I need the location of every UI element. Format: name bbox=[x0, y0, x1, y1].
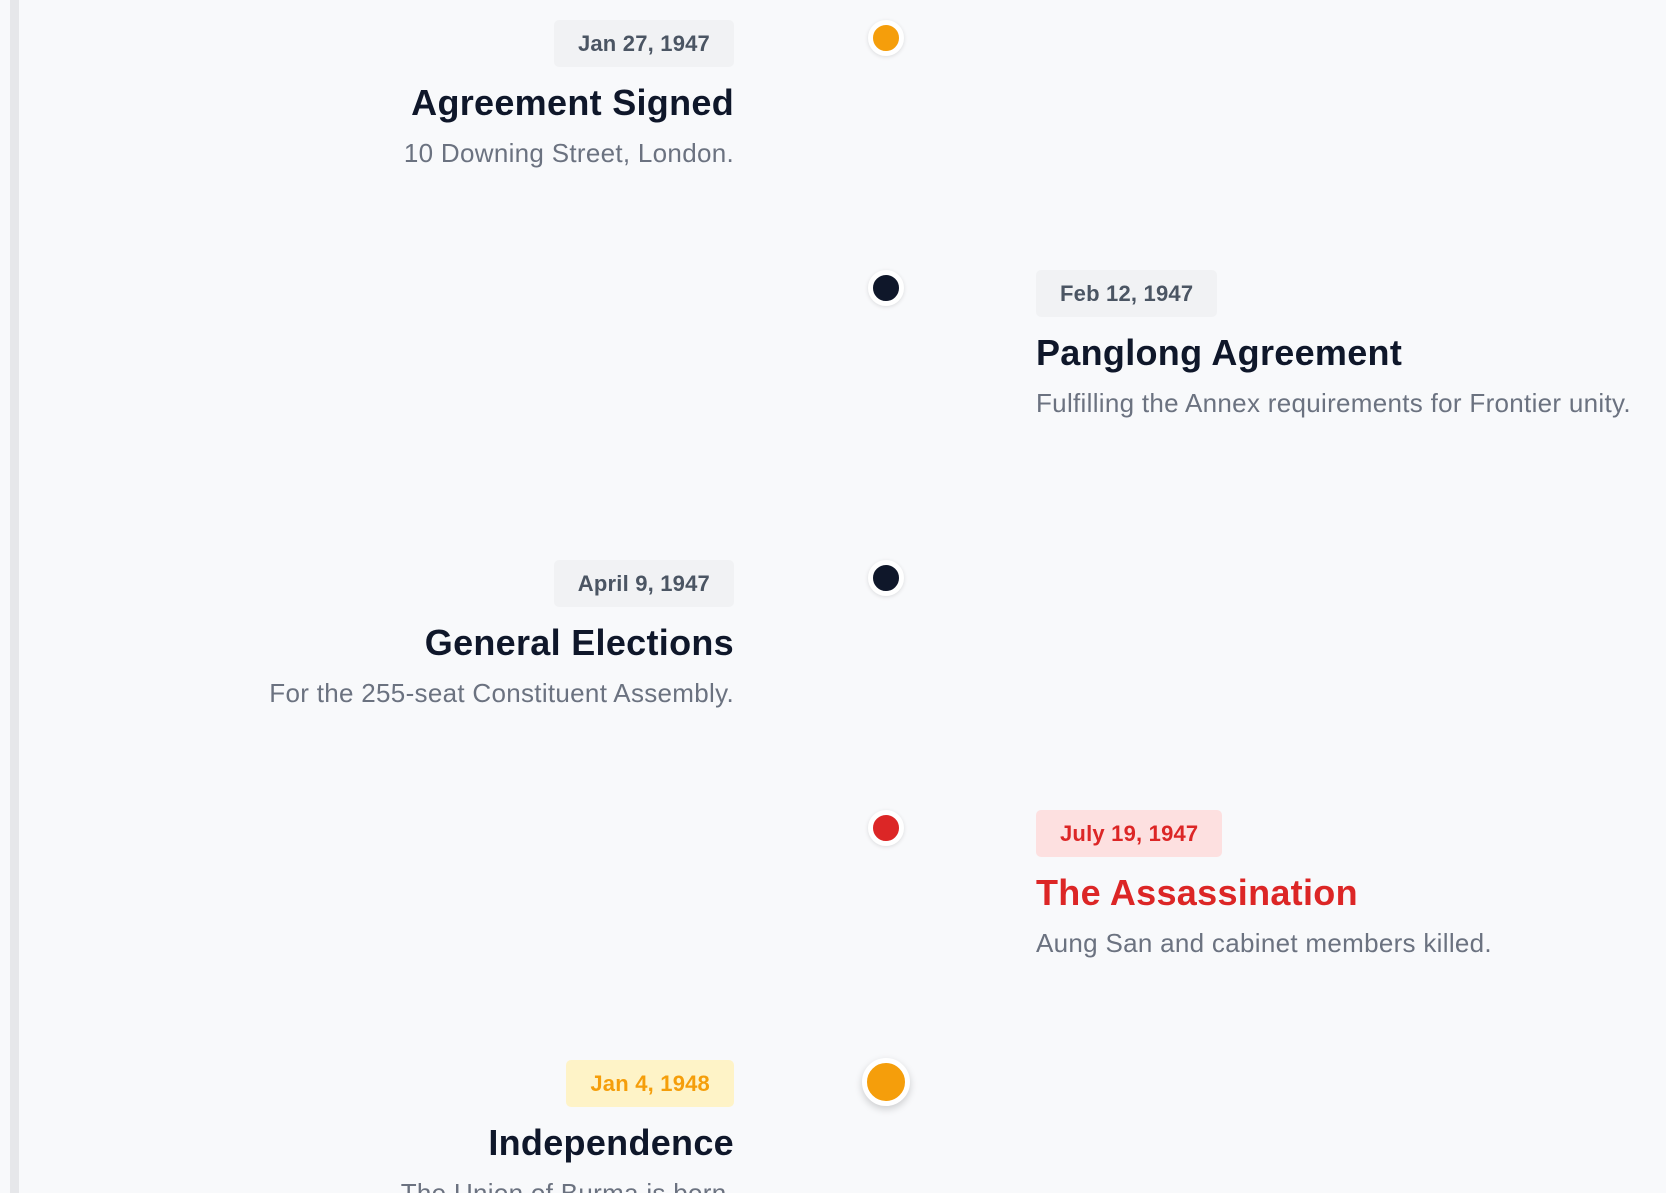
event-description: 10 Downing Street, London. bbox=[403, 138, 734, 168]
date-badge: April 9, 1947 bbox=[553, 560, 734, 607]
event-description: Fulfilling the Annex requirements for Fr… bbox=[1036, 388, 1631, 418]
event-description: Aung San and cabinet members killed. bbox=[1036, 928, 1492, 958]
date-badge: Jan 4, 1948 bbox=[566, 1060, 734, 1107]
left-rail bbox=[10, 0, 19, 1193]
event-title: General Elections bbox=[424, 622, 734, 663]
timeline-dot bbox=[868, 270, 904, 306]
event-title: Independence bbox=[488, 1122, 734, 1163]
event-title: Panglong Agreement bbox=[1036, 332, 1403, 373]
timeline-dot bbox=[868, 560, 904, 596]
date-badge: July 19, 1947 bbox=[1036, 810, 1223, 857]
timeline-event-panglong-agreement: Feb 12, 1947 Panglong Agreement Fulfilli… bbox=[1036, 270, 1666, 423]
date-badge: Jan 27, 1947 bbox=[553, 20, 734, 67]
timeline-dot bbox=[868, 810, 904, 846]
event-description: The Union of Burma is born. bbox=[400, 1178, 734, 1193]
timeline-event-agreement-signed: Jan 27, 1947 Agreement Signed 10 Downing… bbox=[404, 20, 734, 173]
timeline-page: Jan 27, 1947 Agreement Signed 10 Downing… bbox=[0, 0, 1666, 1193]
event-title: Agreement Signed bbox=[411, 82, 734, 123]
date-badge: Feb 12, 1947 bbox=[1036, 270, 1218, 317]
event-description: For the 255-seat Constituent Assembly. bbox=[269, 678, 734, 708]
timeline-dot bbox=[862, 1058, 910, 1106]
timeline-dot bbox=[868, 20, 904, 56]
event-title: The Assassination bbox=[1036, 872, 1358, 913]
timeline-event-general-elections: April 9, 1947 General Elections For the … bbox=[269, 560, 734, 713]
timeline-event-assassination: July 19, 1947 The Assassination Aung San… bbox=[1036, 810, 1666, 963]
timeline-event-independence: Jan 4, 1948 Independence The Union of Bu… bbox=[401, 1060, 734, 1193]
